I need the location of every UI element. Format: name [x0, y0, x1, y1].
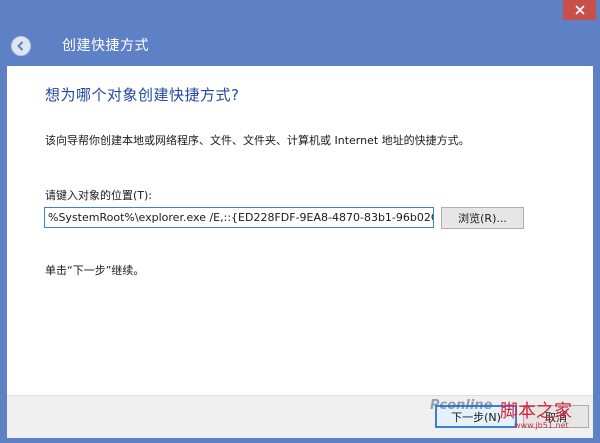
back-arrow-icon: [15, 37, 27, 56]
page-heading: 想为哪个对象创建快捷方式?: [45, 86, 240, 104]
close-icon: [574, 5, 585, 15]
location-label: 请键入对象的位置(T):: [45, 189, 153, 202]
location-input[interactable]: %SystemRoot%\explorer.exe /E,::{ED228FDF…: [44, 207, 434, 228]
continue-hint: 单击“下一步”继续。: [45, 264, 145, 277]
close-button[interactable]: [563, 0, 596, 20]
pconline-watermark: Pconline: [430, 398, 493, 413]
browse-button[interactable]: 浏览(R)...: [441, 207, 524, 229]
wizard-content: 想为哪个对象创建快捷方式? 该向导帮你创建本地或网络程序、文件、文件夹、计算机或…: [7, 66, 593, 395]
wizard-description: 该向导帮你创建本地或网络程序、文件、文件夹、计算机或 Internet 地址的快…: [45, 134, 470, 147]
jb51-watermark: 脚本之家: [500, 401, 572, 422]
back-button[interactable]: [11, 36, 31, 56]
jb51-url-watermark: www.jb51.net: [514, 421, 569, 430]
window-title: 创建快捷方式: [62, 38, 149, 54]
title-bar: 创建快捷方式: [0, 0, 600, 66]
